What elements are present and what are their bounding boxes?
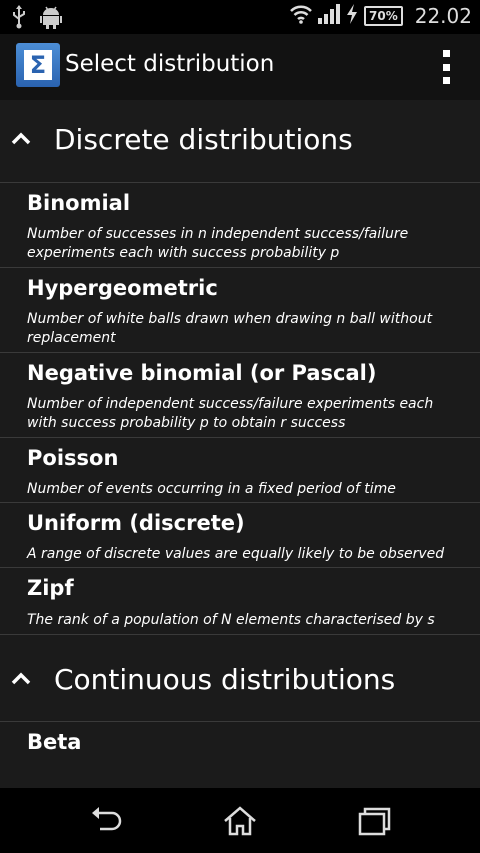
item-description: A range of discrete values are equally l… [27, 546, 445, 562]
home-icon[interactable] [220, 804, 260, 838]
wifi-icon [290, 4, 312, 28]
item-name: Binomial [27, 191, 131, 215]
charging-icon [346, 4, 358, 28]
overflow-menu-icon[interactable] [440, 50, 452, 84]
item-description: Number of successes in n independent suc… [27, 226, 409, 261]
app-logo-icon[interactable]: Σ [16, 43, 60, 87]
list-item-zipf[interactable]: Zipf The rank of a population of N eleme… [0, 568, 480, 634]
chevron-up-icon [11, 672, 31, 685]
usb-icon [12, 5, 26, 33]
item-description: Number of white balls drawn when drawing… [27, 311, 433, 346]
divider [0, 634, 480, 635]
item-name: Negative binomial (or Pascal) [27, 361, 377, 385]
action-bar: Σ Select distribution [0, 34, 480, 100]
group-label: Discrete distributions [54, 123, 353, 156]
distribution-list: Discrete distributions Binomial Number o… [0, 100, 480, 788]
list-item-hypergeometric[interactable]: Hypergeometric Number of white balls dra… [0, 268, 480, 352]
list-item-negative-binomial[interactable]: Negative binomial (or Pascal) Number of … [0, 353, 480, 437]
list-item-beta[interactable]: Beta [0, 722, 480, 788]
item-name: Poisson [27, 446, 119, 470]
item-name: Hypergeometric [27, 276, 218, 300]
battery-indicator: 70% [364, 6, 403, 26]
back-icon[interactable] [88, 804, 128, 838]
item-name: Zipf [27, 576, 74, 600]
group-header-discrete[interactable]: Discrete distributions [0, 100, 480, 182]
android-icon [40, 5, 62, 33]
item-description: Number of independent success/failure ex… [27, 396, 434, 431]
group-label: Continuous distributions [54, 663, 396, 696]
sigma-glyph: Σ [24, 50, 52, 80]
navigation-bar [0, 788, 480, 853]
item-name: Beta [27, 730, 82, 754]
item-description: Number of events occurring in a fixed pe… [27, 481, 396, 497]
list-item-poisson[interactable]: Poisson Number of events occurring in a … [0, 438, 480, 502]
status-clock: 22.02 [414, 4, 472, 28]
recent-apps-icon[interactable] [354, 804, 394, 838]
screen: 70% 22.02 Σ Select distribution Discrete… [0, 0, 480, 853]
list-item-binomial[interactable]: Binomial Number of successes in n indepe… [0, 183, 480, 267]
chevron-up-icon [11, 132, 31, 145]
group-header-continuous[interactable]: Continuous distributions [0, 640, 480, 722]
status-bar: 70% 22.02 [0, 0, 480, 34]
signal-icon [318, 4, 340, 28]
item-name: Uniform (discrete) [27, 511, 245, 535]
page-title: Select distribution [65, 51, 275, 77]
list-item-uniform-discrete[interactable]: Uniform (discrete) A range of discrete v… [0, 503, 480, 567]
item-description: The rank of a population of N elements c… [27, 612, 435, 628]
